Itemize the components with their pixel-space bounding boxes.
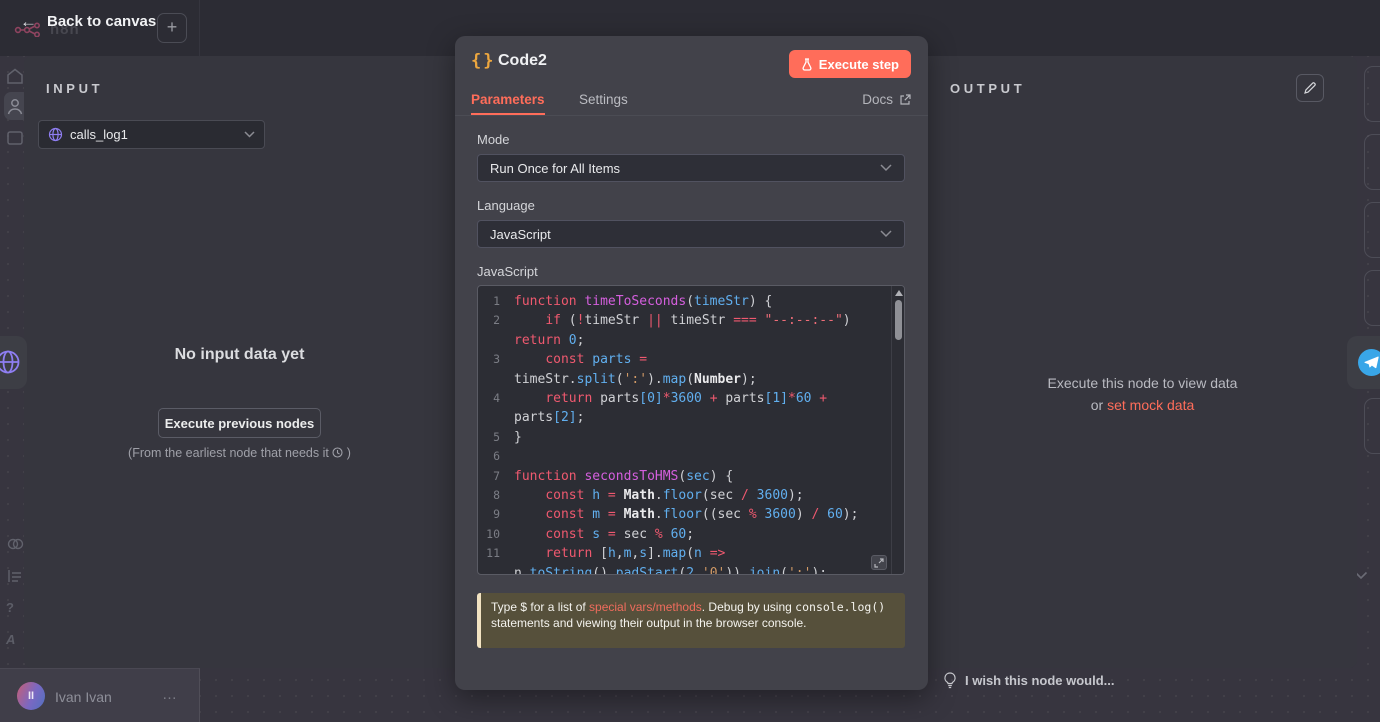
canvas-node-ghost [1364,134,1380,190]
tab-settings[interactable]: Settings [579,92,628,107]
admin-icon[interactable]: A [6,632,15,647]
code-line: 2 if (!timeStr || timeStr === "--:--:--"… [478,311,904,350]
modal-tabs: Parameters Settings Docs [455,92,928,116]
canvas-node-ghost [1364,398,1380,454]
edit-output-button[interactable] [1296,74,1324,102]
telegram-node-icon [1358,349,1380,376]
output-panel: OUTPUT Execute this node to view data or… [928,56,1357,668]
mode-label: Mode [477,132,510,147]
input-source-value: calls_log1 [70,127,237,142]
output-empty-line: Execute this node to view data [1048,375,1238,391]
user-name: Ivan Ivan [55,689,112,705]
set-mock-data-link[interactable]: set mock data [1107,397,1194,413]
code-node-icon: {} [471,51,495,71]
canvas-node-ghost [1364,202,1380,258]
code-node-modal: {} Code2 Execute step Parameters Setting… [455,36,928,690]
code-line: 3 const parts = timeStr.split(':').map(N… [478,350,904,389]
code-line: 9 const m = Math.floor((sec % 3600) / 60… [478,505,904,524]
code-line: 5} [478,428,904,447]
pencil-icon [1303,81,1317,95]
editor-expand-button[interactable] [871,555,887,570]
mode-select[interactable]: Run Once for All Items [477,154,905,182]
tab-parameters[interactable]: Parameters [471,92,545,107]
code-line: 6 [478,447,904,466]
new-tab-button[interactable]: + [157,13,187,43]
input-empty-caption: (From the earliest node that needs it ) [24,446,455,460]
back-arrow-icon: ← [20,13,37,30]
code-editor[interactable]: 1function timeToSeconds(timeStr) {2 if (… [477,285,905,575]
canvas-node-ghost [1364,270,1380,326]
mode-value: Run Once for All Items [490,161,880,176]
lightbulb-icon [944,672,956,689]
output-empty-state: Execute this node to view data or set mo… [928,372,1357,416]
special-vars-link[interactable]: special vars/methods [589,600,702,614]
input-source-select[interactable]: calls_log1 [38,120,265,149]
code-lines: 1function timeToSeconds(timeStr) {2 if (… [478,292,904,575]
avatar[interactable]: II [17,682,45,710]
output-node-chip[interactable] [1347,336,1380,389]
user-icon[interactable] [6,98,24,115]
code-line: 1function timeToSeconds(timeStr) { [478,292,904,311]
input-panel-title: INPUT [46,81,103,96]
app-root: n8n ← Back to canvas + ? A INPUT calls_l… [0,0,1380,722]
language-select[interactable]: JavaScript [477,220,905,248]
output-panel-title: OUTPUT [950,81,1025,96]
back-to-canvas-label: Back to canvas [47,13,156,30]
canvas-node-ghost [1364,66,1380,122]
user-menu-dots[interactable]: … [162,686,178,703]
code-line: 11 return [h,m,s].map(n => n.toString().… [478,544,904,575]
code-line: 8 const h = Math.floor(sec / 3600); [478,486,904,505]
node-feedback-label: I wish this node would... [965,673,1115,688]
history-clock-icon [332,447,343,458]
user-bar: II Ivan Ivan … [0,668,200,722]
chevron-down-icon [880,230,892,238]
scrollbar-thumb[interactable] [895,300,902,340]
language-value: JavaScript [490,227,880,242]
box-icon[interactable] [6,130,24,146]
external-link-icon [899,94,911,106]
variables-icon[interactable] [6,568,24,584]
editor-hint: Type $ for a list of special vars/method… [477,593,905,648]
input-node-chip[interactable] [0,336,27,389]
scroll-up-arrow-icon[interactable] [895,290,903,296]
execute-previous-nodes-button[interactable]: Execute previous nodes [158,408,321,438]
help-icon[interactable]: ? [6,600,14,615]
editor-scrollbar[interactable] [891,286,904,574]
input-empty-title: No input data yet [24,346,455,364]
node-feedback-prompt[interactable]: I wish this node would... [944,672,1115,689]
code-line: 7function secondsToHMS(sec) { [478,467,904,486]
node-title: Code2 [498,52,547,70]
back-to-canvas-button[interactable]: ← Back to canvas [20,13,156,30]
home-icon[interactable] [6,68,24,84]
editor-label: JavaScript [477,264,538,279]
globe-icon [48,127,63,142]
modal-header: {} Code2 Execute step [455,36,928,92]
expand-icon [874,558,884,568]
code-line: 10 const s = sec % 60; [478,525,904,544]
chevron-down-icon [244,131,255,138]
chevron-down-icon [880,164,892,172]
flask-icon [801,58,813,71]
input-panel: INPUT calls_log1 No input data yet Execu… [24,56,455,668]
execute-step-button[interactable]: Execute step [789,50,911,78]
globe-node-icon [0,349,21,375]
code-line: 4 return parts[0]*3600 + parts[1]*60 + p… [478,389,904,428]
docs-link[interactable]: Docs [862,92,911,107]
templates-icon[interactable] [6,536,24,552]
language-label: Language [477,198,535,213]
